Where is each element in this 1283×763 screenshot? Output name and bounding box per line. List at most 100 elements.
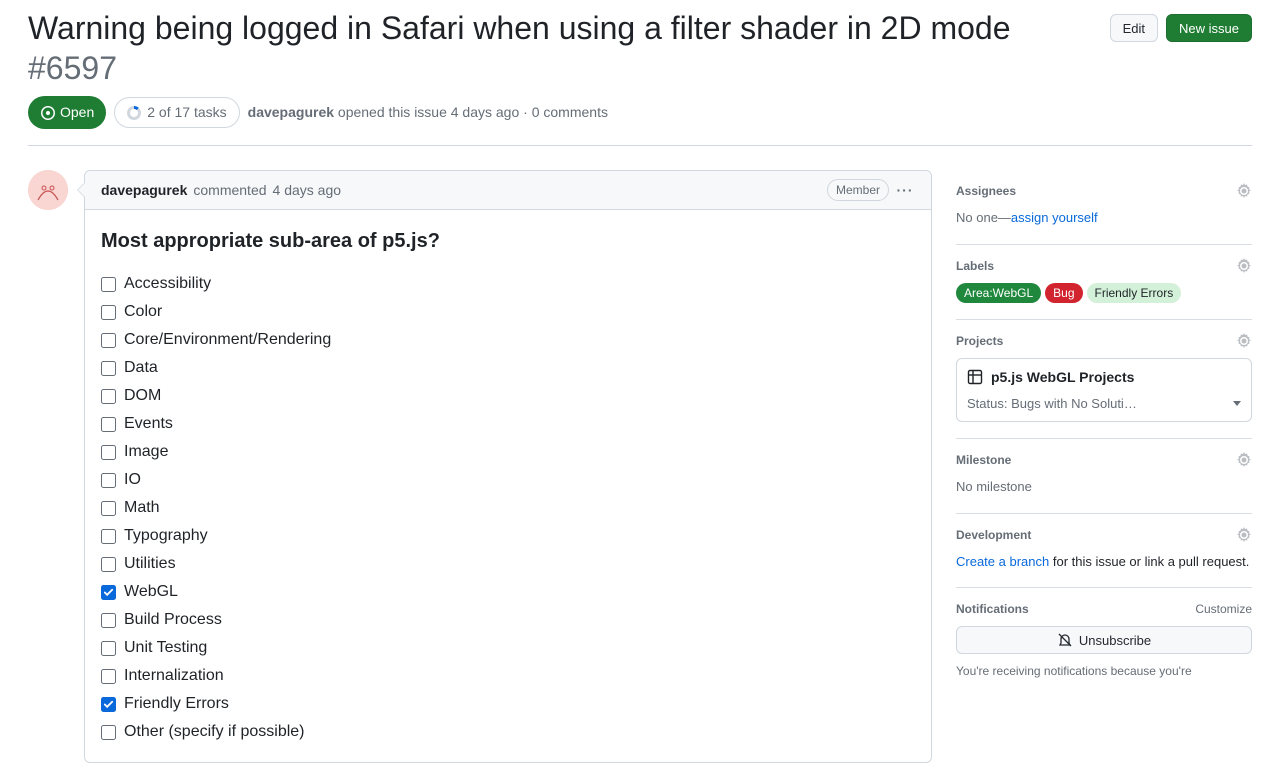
new-issue-button[interactable]: New issue bbox=[1166, 14, 1252, 42]
checkbox[interactable] bbox=[101, 333, 116, 348]
project-name: p5.js WebGL Projects bbox=[991, 367, 1134, 388]
opened-text: opened this issue 4 days ago bbox=[338, 104, 519, 120]
checkbox[interactable] bbox=[101, 361, 116, 376]
checkbox[interactable] bbox=[101, 669, 116, 684]
checkbox[interactable] bbox=[101, 417, 116, 432]
milestone-block: Milestone No milestone bbox=[956, 439, 1252, 514]
author-link[interactable]: davepagurek bbox=[248, 104, 334, 120]
gear-icon[interactable] bbox=[1236, 527, 1252, 543]
gear-icon[interactable] bbox=[1236, 452, 1252, 468]
gear-icon[interactable] bbox=[1236, 183, 1252, 199]
notifications-footer: You're receiving notifications because y… bbox=[956, 662, 1252, 680]
task-item: Image bbox=[101, 438, 915, 466]
checkbox[interactable] bbox=[101, 305, 116, 320]
comment-body: Most appropriate sub-area of p5.js? Acce… bbox=[85, 210, 931, 762]
edit-button[interactable]: Edit bbox=[1110, 14, 1158, 42]
create-branch-link[interactable]: Create a branch bbox=[956, 554, 1049, 569]
checkbox[interactable] bbox=[101, 473, 116, 488]
task-label: WebGL bbox=[124, 580, 178, 604]
label-pill[interactable]: Friendly Errors bbox=[1087, 283, 1182, 303]
chevron-down-icon[interactable] bbox=[1233, 401, 1241, 406]
development-block: Development Create a branch for this iss… bbox=[956, 514, 1252, 589]
comment-heading: Most appropriate sub-area of p5.js? bbox=[101, 226, 915, 256]
task-item: Math bbox=[101, 494, 915, 522]
comment-menu-icon[interactable]: ··· bbox=[895, 180, 915, 201]
task-progress-text: 2 of 17 tasks bbox=[147, 102, 226, 123]
checkbox[interactable] bbox=[101, 641, 116, 656]
customize-link[interactable]: Customize bbox=[1195, 600, 1252, 618]
task-label: Unit Testing bbox=[124, 636, 207, 660]
task-item: Build Process bbox=[101, 606, 915, 634]
project-card[interactable]: p5.js WebGL Projects Status: Bugs with N… bbox=[956, 358, 1252, 423]
task-list: Accessibility Color Core/Environment/Rende… bbox=[101, 270, 915, 746]
labels-title: Labels bbox=[956, 257, 994, 275]
task-item: Internalization bbox=[101, 662, 915, 690]
task-label: DOM bbox=[124, 384, 161, 408]
task-item: Friendly Errors bbox=[101, 690, 915, 718]
checkbox[interactable] bbox=[101, 529, 116, 544]
assignees-none: No one— bbox=[956, 210, 1011, 225]
checkbox[interactable] bbox=[101, 613, 116, 628]
sidebar: Assignees No one—assign yourself Labels … bbox=[956, 170, 1252, 696]
development-rest: for this issue or link a pull request. bbox=[1049, 554, 1249, 569]
issue-meta: Open 2 of 17 tasks davepagurek opened th… bbox=[28, 88, 1252, 146]
task-item: Core/Environment/Rendering bbox=[101, 326, 915, 354]
label-pill[interactable]: Area:WebGL bbox=[956, 283, 1041, 303]
task-label: Events bbox=[124, 412, 173, 436]
table-icon bbox=[967, 369, 983, 385]
task-item: DOM bbox=[101, 382, 915, 410]
comment: davepagurek commented 4 days ago Member … bbox=[84, 170, 932, 763]
task-label: Other (specify if possible) bbox=[124, 720, 305, 744]
checkbox[interactable] bbox=[101, 725, 116, 740]
milestone-none: No milestone bbox=[956, 477, 1252, 497]
projects-title: Projects bbox=[956, 332, 1003, 350]
projects-block: Projects p5.js WebGL Projects Status: Bu… bbox=[956, 320, 1252, 440]
checkbox[interactable] bbox=[101, 697, 116, 712]
task-item: WebGL bbox=[101, 578, 915, 606]
labels-block: Labels Area:WebGLBugFriendly Errors bbox=[956, 245, 1252, 320]
development-title: Development bbox=[956, 526, 1031, 544]
task-label: Color bbox=[124, 300, 162, 324]
unsubscribe-label: Unsubscribe bbox=[1079, 633, 1151, 648]
task-label: Math bbox=[124, 496, 160, 520]
opened-by: davepagurek opened this issue 4 days ago… bbox=[248, 102, 608, 123]
gear-icon[interactable] bbox=[1236, 258, 1252, 274]
task-label: Core/Environment/Rendering bbox=[124, 328, 331, 352]
checkbox[interactable] bbox=[101, 445, 116, 460]
task-item: Typography bbox=[101, 522, 915, 550]
task-label: Utilities bbox=[124, 552, 176, 576]
progress-ring-icon bbox=[127, 106, 141, 120]
assignees-block: Assignees No one—assign yourself bbox=[956, 170, 1252, 245]
notifications-block: Notifications Customize Unsubscribe You'… bbox=[956, 588, 1252, 696]
assignees-title: Assignees bbox=[956, 182, 1016, 200]
checkbox[interactable] bbox=[101, 389, 116, 404]
state-text: Open bbox=[60, 102, 94, 123]
issue-number: #6597 bbox=[28, 50, 117, 86]
comment-author[interactable]: davepagurek bbox=[101, 180, 187, 201]
label-pill[interactable]: Bug bbox=[1045, 283, 1082, 303]
state-badge: Open bbox=[28, 96, 106, 129]
task-label: Image bbox=[124, 440, 168, 464]
project-status: Status: Bugs with No Soluti… bbox=[967, 394, 1137, 414]
task-progress-pill[interactable]: 2 of 17 tasks bbox=[114, 97, 239, 128]
comment-action: commented bbox=[193, 180, 266, 201]
assign-yourself-link[interactable]: assign yourself bbox=[1011, 210, 1098, 225]
avatar[interactable] bbox=[28, 170, 68, 210]
issue-open-icon bbox=[40, 105, 56, 121]
task-item: Color bbox=[101, 298, 915, 326]
checkbox[interactable] bbox=[101, 585, 116, 600]
member-badge: Member bbox=[827, 179, 889, 201]
comment-time[interactable]: 4 days ago bbox=[273, 180, 342, 201]
task-item: Events bbox=[101, 410, 915, 438]
task-item: Unit Testing bbox=[101, 634, 915, 662]
checkbox[interactable] bbox=[101, 501, 116, 516]
checkbox[interactable] bbox=[101, 277, 116, 292]
task-item: Utilities bbox=[101, 550, 915, 578]
checkbox[interactable] bbox=[101, 557, 116, 572]
gear-icon[interactable] bbox=[1236, 333, 1252, 349]
unsubscribe-button[interactable]: Unsubscribe bbox=[956, 626, 1252, 654]
task-label: Data bbox=[124, 356, 158, 380]
task-label: Accessibility bbox=[124, 272, 211, 296]
task-item: Data bbox=[101, 354, 915, 382]
task-item: Other (specify if possible) bbox=[101, 718, 915, 746]
